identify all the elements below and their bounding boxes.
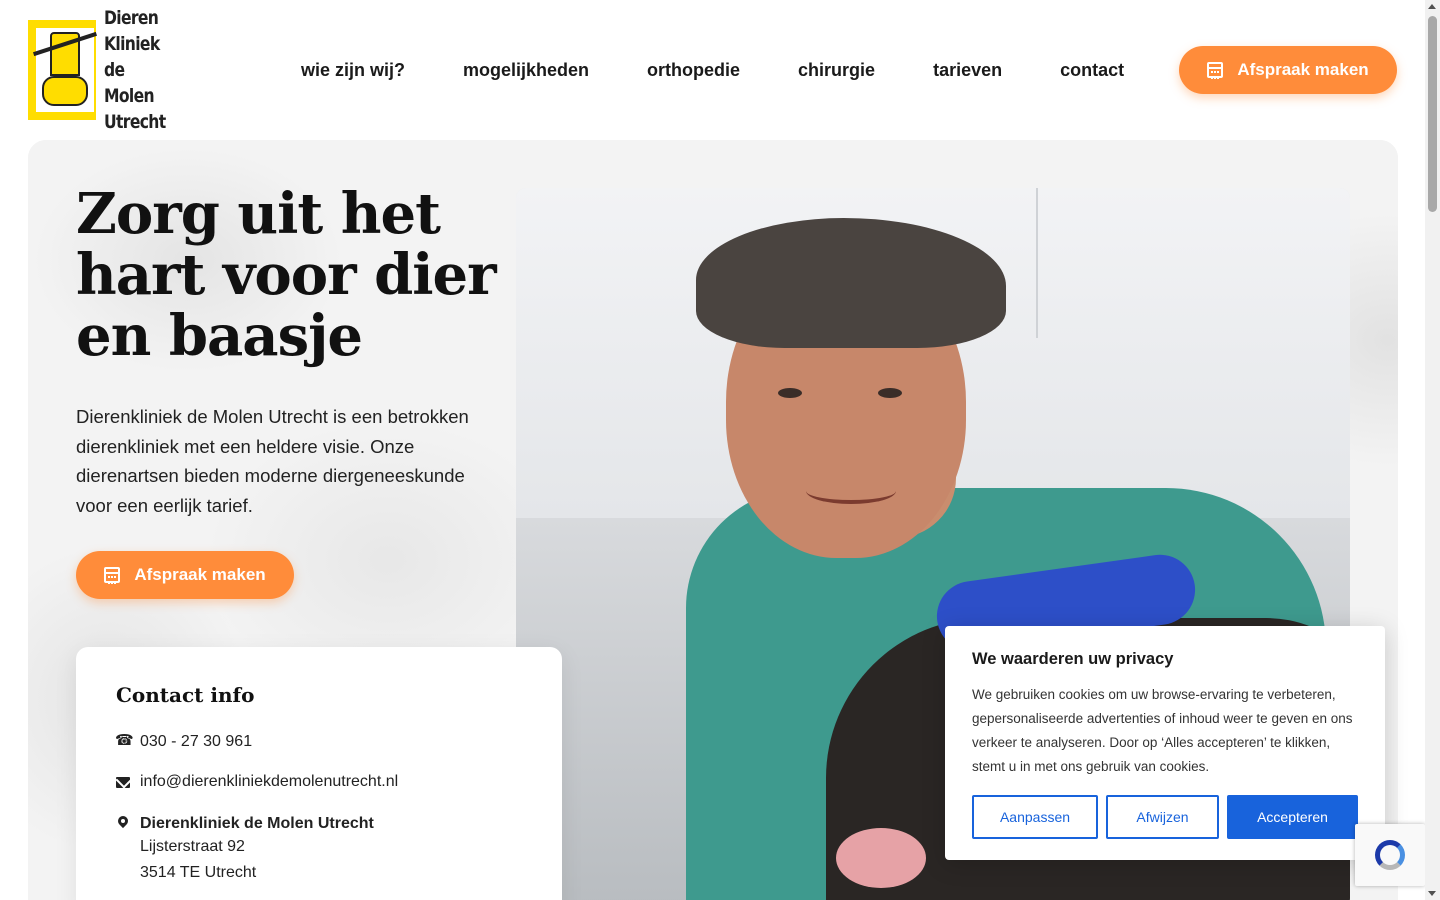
hero-appointment-button[interactable]: Afspraak maken: [76, 551, 294, 599]
logo-text: Dieren Kliniek de Molen Utrecht: [104, 5, 173, 135]
nav-item-chirurgie[interactable]: chirurgie: [798, 60, 875, 81]
cookie-button-row: Aanpassen Afwijzen Accepteren: [972, 795, 1358, 839]
calendar-icon: [1207, 62, 1224, 79]
nav-item-contact[interactable]: contact: [1060, 60, 1124, 81]
recaptcha-icon: [1375, 840, 1405, 870]
hero-appointment-label: Afspraak maken: [134, 565, 266, 584]
contact-phone-text: 030 - 27 30 961: [140, 733, 253, 750]
main-nav: wie zijn wij? mogelijkheden orthopedie c…: [301, 56, 1124, 84]
envelope-icon: [116, 777, 130, 788]
site-header: Dieren Kliniek de Molen Utrecht wie zijn…: [0, 0, 1425, 140]
hero-description: Dierenkliniek de Molen Utrecht is een be…: [76, 406, 469, 516]
cookie-description: We gebruiken cookies om uw browse-ervari…: [972, 687, 1353, 774]
contact-title: Contact info: [116, 683, 255, 707]
logo-line: de Molen: [103, 59, 155, 107]
header-appointment-button[interactable]: Afspraak maken: [1179, 46, 1397, 94]
hero-title: Zorg uit het hart voor dier en baasje: [76, 181, 497, 369]
page-scrollbar[interactable]: [1425, 0, 1440, 900]
logo-line: Utrecht: [103, 111, 166, 133]
cookie-title: We waarderen uw privacy: [972, 650, 1174, 668]
contact-email[interactable]: info@dierenkliniekdemolenutrecht.nl: [116, 773, 398, 791]
scroll-down-icon[interactable]: [1428, 891, 1436, 896]
logo[interactable]: Dieren Kliniek de Molen Utrecht: [28, 7, 188, 133]
address-name: Dierenkliniek de Molen Utrecht: [140, 815, 374, 832]
scrollbar-thumb[interactable]: [1428, 16, 1437, 212]
phone-icon: [115, 731, 134, 749]
cookie-consent-banner: We waarderen uw privacy We gebruiken coo…: [945, 626, 1385, 860]
nav-item-tarieven[interactable]: tarieven: [933, 60, 1002, 81]
scroll-up-icon[interactable]: [1428, 4, 1436, 9]
cookie-reject-button[interactable]: Afwijzen: [1106, 795, 1219, 839]
address-city: 3514 TE Utrecht: [140, 864, 257, 881]
cookie-customize-button[interactable]: Aanpassen: [972, 795, 1098, 839]
nav-item-orthopedie[interactable]: orthopedie: [647, 60, 740, 81]
address-street: Lijsterstraat 92: [140, 838, 245, 855]
contact-phone[interactable]: 030 - 27 30 961: [115, 731, 253, 751]
logo-line: Kliniek: [103, 33, 160, 55]
recaptcha-badge[interactable]: [1355, 824, 1425, 886]
nav-item-mogelijkheden[interactable]: mogelijkheden: [463, 60, 589, 81]
contact-info-card: Contact info 030 - 27 30 961 info@dieren…: [76, 647, 562, 900]
cookie-accept-button[interactable]: Accepteren: [1227, 795, 1358, 839]
calendar-icon: [104, 567, 121, 584]
logo-line: Dieren: [103, 7, 159, 29]
map-pin-icon: [116, 816, 130, 830]
contact-address: Dierenkliniek de Molen Utrecht Lijsterst…: [116, 814, 374, 886]
header-appointment-label: Afspraak maken: [1237, 60, 1369, 79]
nav-item-wie-zijn-wij[interactable]: wie zijn wij?: [301, 60, 405, 81]
windmill-logo-icon: [28, 20, 98, 120]
contact-email-text: info@dierenkliniekdemolenutrecht.nl: [140, 773, 399, 790]
